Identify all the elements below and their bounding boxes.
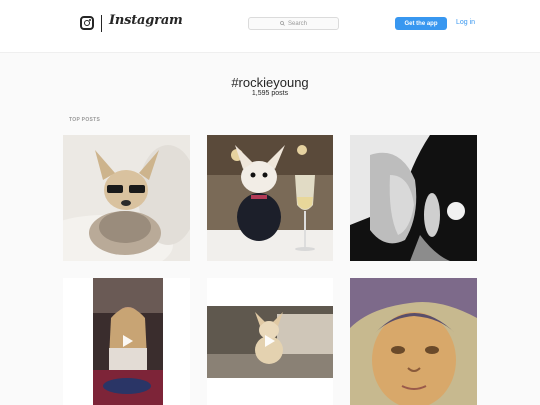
top-posts-heading: TOP POSTS <box>69 117 101 123</box>
get-the-app-button[interactable]: Get the app <box>395 17 447 30</box>
bw-woman-photo <box>350 135 477 261</box>
instagram-camera-icon[interactable] <box>80 16 94 30</box>
search-icon <box>280 21 285 26</box>
post-thumbnail-dog-on-couch[interactable] <box>207 278 333 405</box>
child-painting-photo <box>350 278 477 405</box>
post-thumbnail-girl-in-car[interactable] <box>63 278 190 405</box>
post-count: 1,595 posts <box>251 90 289 97</box>
play-icon <box>265 335 275 347</box>
play-icon <box>123 335 133 347</box>
top-navbar: Instagram Search Get the app Log in <box>0 0 540 53</box>
instagram-wordmark[interactable]: Instagram <box>109 13 183 28</box>
logo-divider <box>101 15 102 32</box>
chihuahua-glasses-photo <box>63 135 190 261</box>
search-placeholder: Search <box>287 20 307 27</box>
hashtag-title: #rockieyoung <box>231 75 309 90</box>
post-thumbnail-bw-woman[interactable] <box>350 135 477 261</box>
post-thumbnail-chihuahua-glasses[interactable] <box>63 135 190 261</box>
chihuahua-wine-photo <box>207 135 333 261</box>
search-input[interactable]: Search <box>248 17 339 30</box>
post-thumbnail-chihuahua-wine[interactable] <box>207 135 333 261</box>
post-thumbnail-child-painting[interactable] <box>350 278 477 405</box>
log-in-link[interactable]: Log in <box>456 19 475 26</box>
